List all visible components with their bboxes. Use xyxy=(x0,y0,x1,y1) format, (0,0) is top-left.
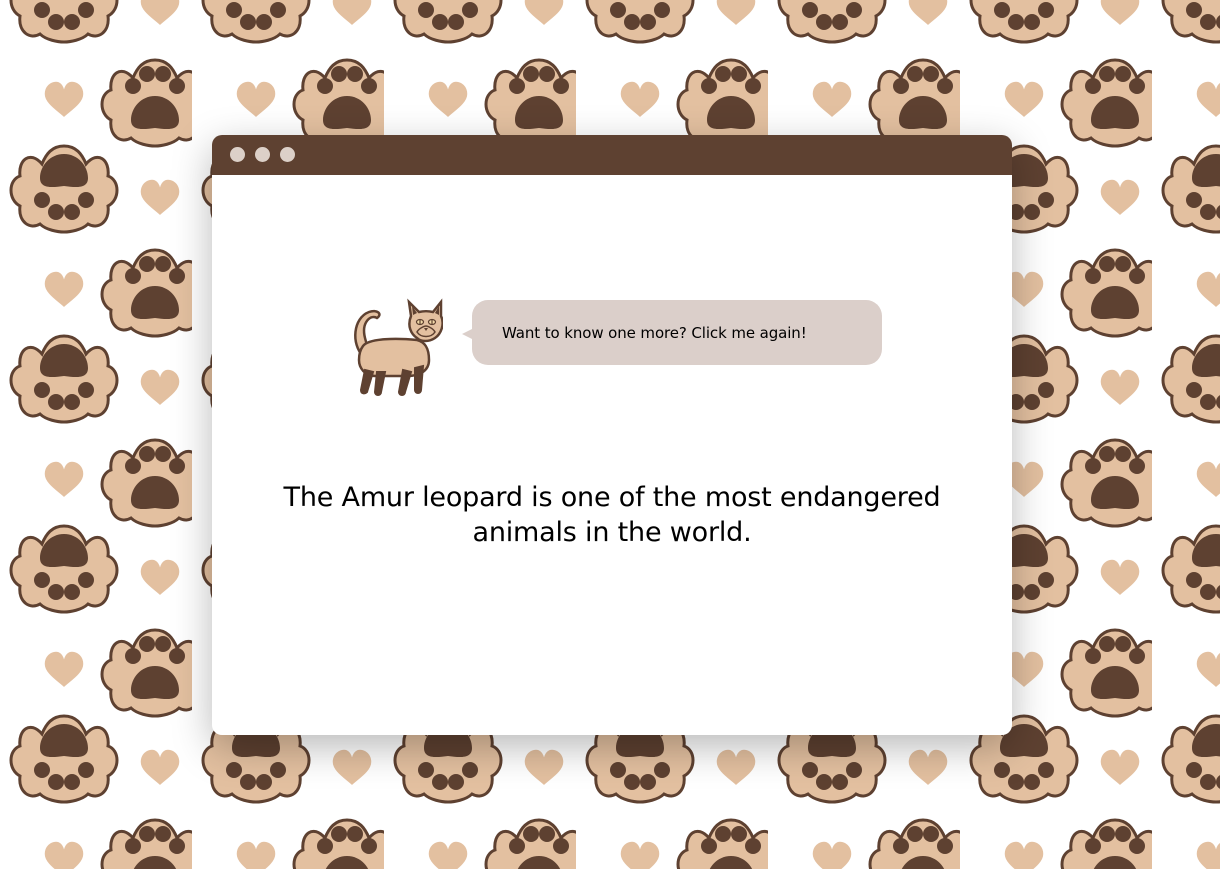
title-bar xyxy=(212,135,1012,175)
speech-bubble-text: Want to know one more? Click me again! xyxy=(502,323,807,342)
window-dot-1 xyxy=(230,147,245,162)
cat-button[interactable] xyxy=(347,298,444,398)
window-dot-2 xyxy=(255,147,270,162)
speech-bubble: Want to know one more? Click me again! xyxy=(462,300,882,365)
app-window: Want to know one more? Click me again! T… xyxy=(212,135,1012,735)
cat-icon xyxy=(354,298,444,396)
speech-bubble-tail xyxy=(462,328,474,340)
fact-text: The Amur leopard is one of the most enda… xyxy=(283,482,941,548)
window-dot-3 xyxy=(280,147,295,162)
